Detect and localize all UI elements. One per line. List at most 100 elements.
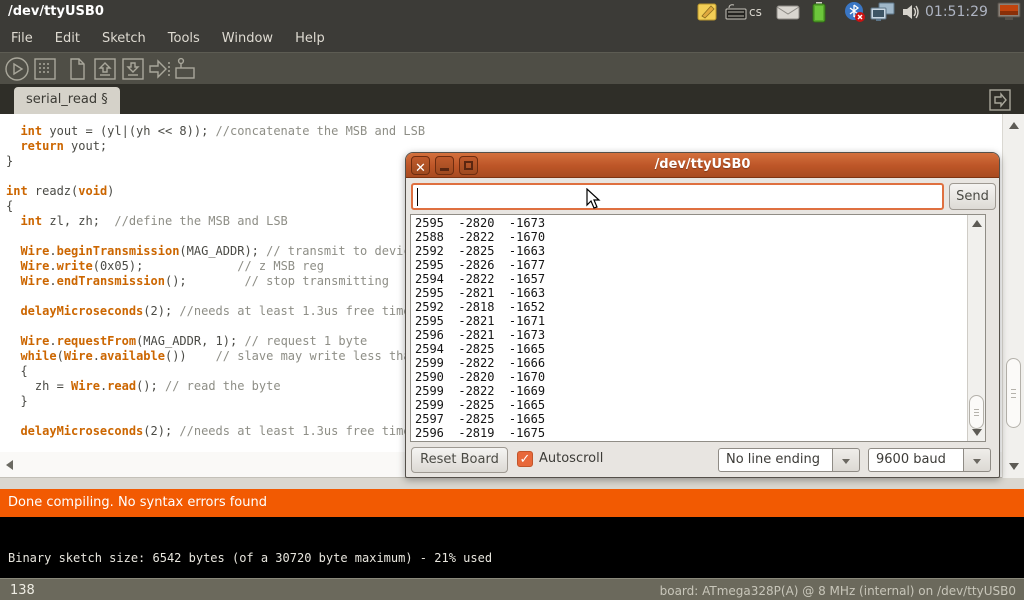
editor-vertical-scrollbar[interactable]: [1002, 114, 1024, 478]
code-line: Wire.beginTransmission(MAG_ADDR); // tra…: [6, 244, 425, 259]
serial-monitor-window: ✕ /dev/ttyUSB0 Send 2595 -2820 -16732588…: [405, 152, 1000, 478]
upload-icon[interactable]: [146, 56, 172, 82]
status-bar: 138 board: ATmega328P(A) @ 8 MHz (intern…: [0, 578, 1024, 600]
keyboard-icon[interactable]: [724, 2, 748, 22]
note-icon[interactable]: [697, 2, 718, 22]
menu-item-edit[interactable]: Edit: [44, 26, 91, 51]
tab-serial-read[interactable]: serial_read §: [14, 87, 120, 114]
menu-item-sketch[interactable]: Sketch: [91, 26, 157, 51]
menubar: FileEditSketchToolsWindowHelp: [0, 24, 1024, 52]
scroll-left-icon[interactable]: [6, 460, 13, 470]
menu-item-file[interactable]: File: [0, 26, 44, 51]
new-sketch-icon[interactable]: [64, 56, 90, 82]
serial-line: 2596 -2819 -1675: [415, 426, 545, 440]
chevron-down-icon[interactable]: [833, 448, 860, 472]
serial-line: 2599 -2822 -1669: [415, 384, 545, 398]
send-button[interactable]: Send: [949, 183, 996, 210]
serial-output-lines: 2595 -2820 -16732588 -2822 -16702592 -28…: [415, 216, 545, 440]
code-line: zh = Wire.read(); // read the byte: [6, 379, 425, 394]
battery-icon[interactable]: [811, 2, 827, 22]
code-line: delayMicroseconds(2); //needs at least 1…: [6, 304, 425, 319]
serial-line: 2599 -2822 -1666: [415, 356, 545, 370]
serial-line: 2595 -2820 -1673: [415, 216, 545, 230]
status-message-bar: Done compiling. No syntax errors found: [0, 489, 1024, 517]
build-console: Binary sketch size: 6542 bytes (of a 307…: [0, 517, 1024, 578]
tab-bar: serial_read §: [0, 84, 1024, 114]
serial-line: 2595 -2821 -1663: [415, 286, 545, 300]
code-text: int yout = (yl|(yh << 8)); //concatenate…: [6, 124, 425, 439]
serial-scrollbar[interactable]: [967, 215, 985, 441]
code-line: Wire.endTransmission(); // stop transmit…: [6, 274, 425, 289]
autoscroll-label: Autoscroll: [539, 451, 603, 466]
code-line: [6, 229, 425, 244]
scroll-down-icon[interactable]: [1009, 463, 1019, 470]
active-window-title: /dev/ttyUSB0: [8, 4, 104, 19]
line-ending-value[interactable]: No line ending: [718, 448, 833, 472]
tab-list-arrow-icon[interactable]: [988, 88, 1012, 112]
scroll-up-icon[interactable]: [972, 220, 982, 227]
code-line: int readz(void): [6, 184, 425, 199]
code-line: [6, 169, 425, 184]
chevron-down-icon[interactable]: [964, 448, 991, 472]
verify-icon[interactable]: [4, 56, 30, 82]
desktop: /dev/ttyUSB0 cs 01:51:29 FileEditSketchT…: [0, 0, 1024, 600]
toolbar: [0, 52, 1024, 84]
code-line: delayMicroseconds(2); //needs at least 1…: [6, 424, 425, 439]
serial-line: 2599 -2825 -1665: [415, 398, 545, 412]
code-line: while(Wire.available()) // slave may wri…: [6, 349, 425, 364]
serial-line: 2594 -2825 -1665: [415, 342, 545, 356]
code-line: int zl, zh; //define the MSB and LSB: [6, 214, 425, 229]
mouse-cursor: [586, 188, 604, 214]
bluetooth-icon[interactable]: [843, 2, 867, 22]
volume-icon[interactable]: [901, 2, 921, 22]
serial-line: 2590 -2820 -1670: [415, 370, 545, 384]
serial-line: 2594 -2822 -1657: [415, 272, 545, 286]
network-icon[interactable]: [870, 2, 896, 22]
code-line: {: [6, 199, 425, 214]
reset-board-button[interactable]: Reset Board: [411, 447, 508, 473]
autoscroll-checkbox[interactable]: ✓: [517, 451, 533, 467]
menu-item-tools[interactable]: Tools: [157, 26, 211, 51]
clock[interactable]: 01:51:29: [925, 4, 988, 20]
code-line: {: [6, 364, 425, 379]
serial-monitor-icon[interactable]: [172, 56, 198, 82]
code-line: return yout;: [6, 139, 425, 154]
scroll-down-icon[interactable]: [972, 429, 982, 436]
keyboard-layout-label[interactable]: cs: [749, 5, 762, 19]
top-panel: /dev/ttyUSB0 cs 01:51:29: [0, 0, 1024, 24]
serial-line: 2596 -2821 -1673: [415, 328, 545, 342]
text-caret: [417, 188, 418, 206]
serial-line: 2595 -2826 -1677: [415, 258, 545, 272]
window-titlebar[interactable]: ✕ /dev/ttyUSB0: [406, 153, 999, 178]
menu-item-window[interactable]: Window: [211, 26, 284, 51]
serial-line: 2595 -2821 -1671: [415, 314, 545, 328]
mail-icon[interactable]: [776, 2, 800, 22]
scroll-up-icon[interactable]: [1009, 122, 1019, 129]
window-title: /dev/ttyUSB0: [406, 157, 999, 172]
code-line: [6, 289, 425, 304]
code-line: int yout = (yl|(yh << 8)); //concatenate…: [6, 124, 425, 139]
code-line: }: [6, 154, 425, 169]
serial-line: 2588 -2822 -1670: [415, 230, 545, 244]
baud-rate-value[interactable]: 9600 baud: [868, 448, 964, 472]
serial-input[interactable]: [411, 183, 944, 210]
code-line: [6, 409, 425, 424]
stop-icon[interactable]: [32, 56, 58, 82]
board-info: board: ATmega328P(A) @ 8 MHz (internal) …: [660, 584, 1016, 598]
menu-item-help[interactable]: Help: [284, 26, 336, 51]
line-number: 138: [10, 583, 35, 598]
console-output: Binary sketch size: 6542 bytes (of a 307…: [8, 551, 492, 565]
serial-line: 2597 -2825 -1665: [415, 412, 545, 426]
serial-line: 2592 -2825 -1663: [415, 244, 545, 258]
serial-output-area[interactable]: 2595 -2820 -16732588 -2822 -16702592 -28…: [410, 214, 986, 442]
save-icon[interactable]: [120, 56, 146, 82]
scrollbar-thumb[interactable]: [1006, 358, 1021, 428]
serial-line: 2592 -2818 -1652: [415, 300, 545, 314]
scrollbar-thumb[interactable]: [969, 395, 984, 429]
code-line: [6, 319, 425, 334]
code-line: }: [6, 394, 425, 409]
code-line: Wire.write(0x05); // z MSB reg: [6, 259, 425, 274]
code-line: Wire.requestFrom(MAG_ADDR, 1); // reques…: [6, 334, 425, 349]
displays-icon[interactable]: [997, 2, 1021, 22]
open-icon[interactable]: [92, 56, 118, 82]
